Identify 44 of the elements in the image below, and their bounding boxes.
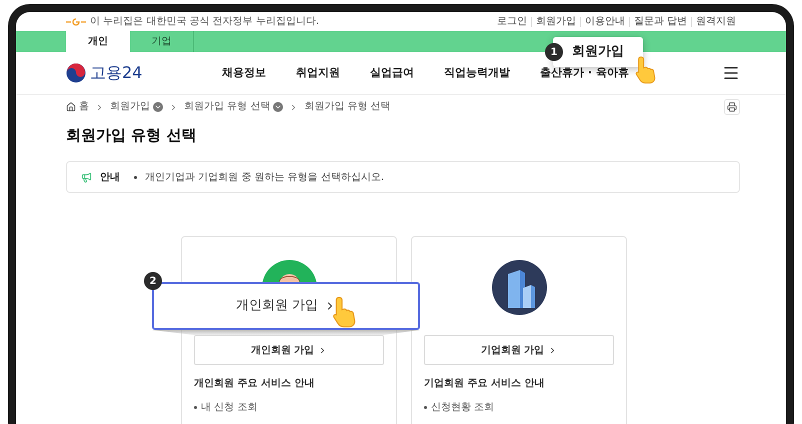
print-button[interactable] [724,99,740,115]
breadcrumb-separator-icon [169,102,178,112]
dropdown-icon[interactable] [273,102,284,112]
main-nav-link[interactable]: 직업능력개발 [444,64,510,82]
bullet-icon [194,406,197,409]
megaphone-icon [81,172,92,182]
services-title: 개인회원 주요 서비스 안내 [194,377,316,391]
breadcrumb-link[interactable]: 홈 [79,102,89,112]
main-nav-link[interactable]: 출산휴가 · 육아휴 [540,64,629,82]
main-nav-link[interactable]: 실업급여 [370,64,414,82]
notice-label: 안내 [100,170,120,184]
main-nav-link[interactable]: 채용정보 [222,64,266,82]
callout-text: 회원가입 [572,43,624,62]
taegeuk-logo-icon [66,63,86,83]
breadcrumb-separator-icon [95,102,104,112]
services-title: 기업회원 주요 서비스 안내 [424,377,546,391]
notice-text: 개인기업과 기업회원 중 원하는 유형을 선택하십시오. [145,170,384,184]
audience-tab[interactable]: 기업 [130,31,194,52]
main-nav-link[interactable]: 취업지원 [296,64,340,82]
dropdown-icon[interactable] [153,102,163,112]
official-site-notice: 이 누리집은 대한민국 공식 전자정부 누리집입니다. [90,16,320,26]
breadcrumb-link[interactable]: 회원가입 유형 선택 [184,102,270,112]
utility-link[interactable]: 회원가입 [530,16,580,26]
utility-link[interactable]: 로그인 [492,16,531,26]
page-title: 회원가입 유형 선택 [65,125,198,145]
menu-icon[interactable] [722,64,740,82]
breadcrumb-link[interactable]: 회원가입 유형 선택 [304,102,391,112]
eg-logo-icon [66,18,86,26]
site-logo-text: 고용24 [90,65,142,81]
bullet-icon [134,176,137,178]
utility-link[interactable]: 이용안내 [580,16,629,26]
home-icon [66,102,76,112]
service-item: 신청현황 조회 [431,401,494,415]
signup-button[interactable]: 기업회원 가입 [424,335,614,365]
step-number-badge: 2 [144,272,162,290]
signup-button[interactable]: 개인회원 가입 [194,335,384,365]
callout-text: 개인회원 가입 [236,297,318,316]
office-building-icon [492,260,546,315]
utility-link[interactable]: 원격지원 [691,16,740,26]
audience-tab[interactable]: 개인 [66,31,130,52]
breadcrumb-link[interactable]: 회원가입 [110,102,150,112]
bullet-icon [424,406,427,409]
service-item: 내 신청 조회 [201,401,258,415]
utility-link[interactable]: 질문과 답변 [628,16,691,26]
